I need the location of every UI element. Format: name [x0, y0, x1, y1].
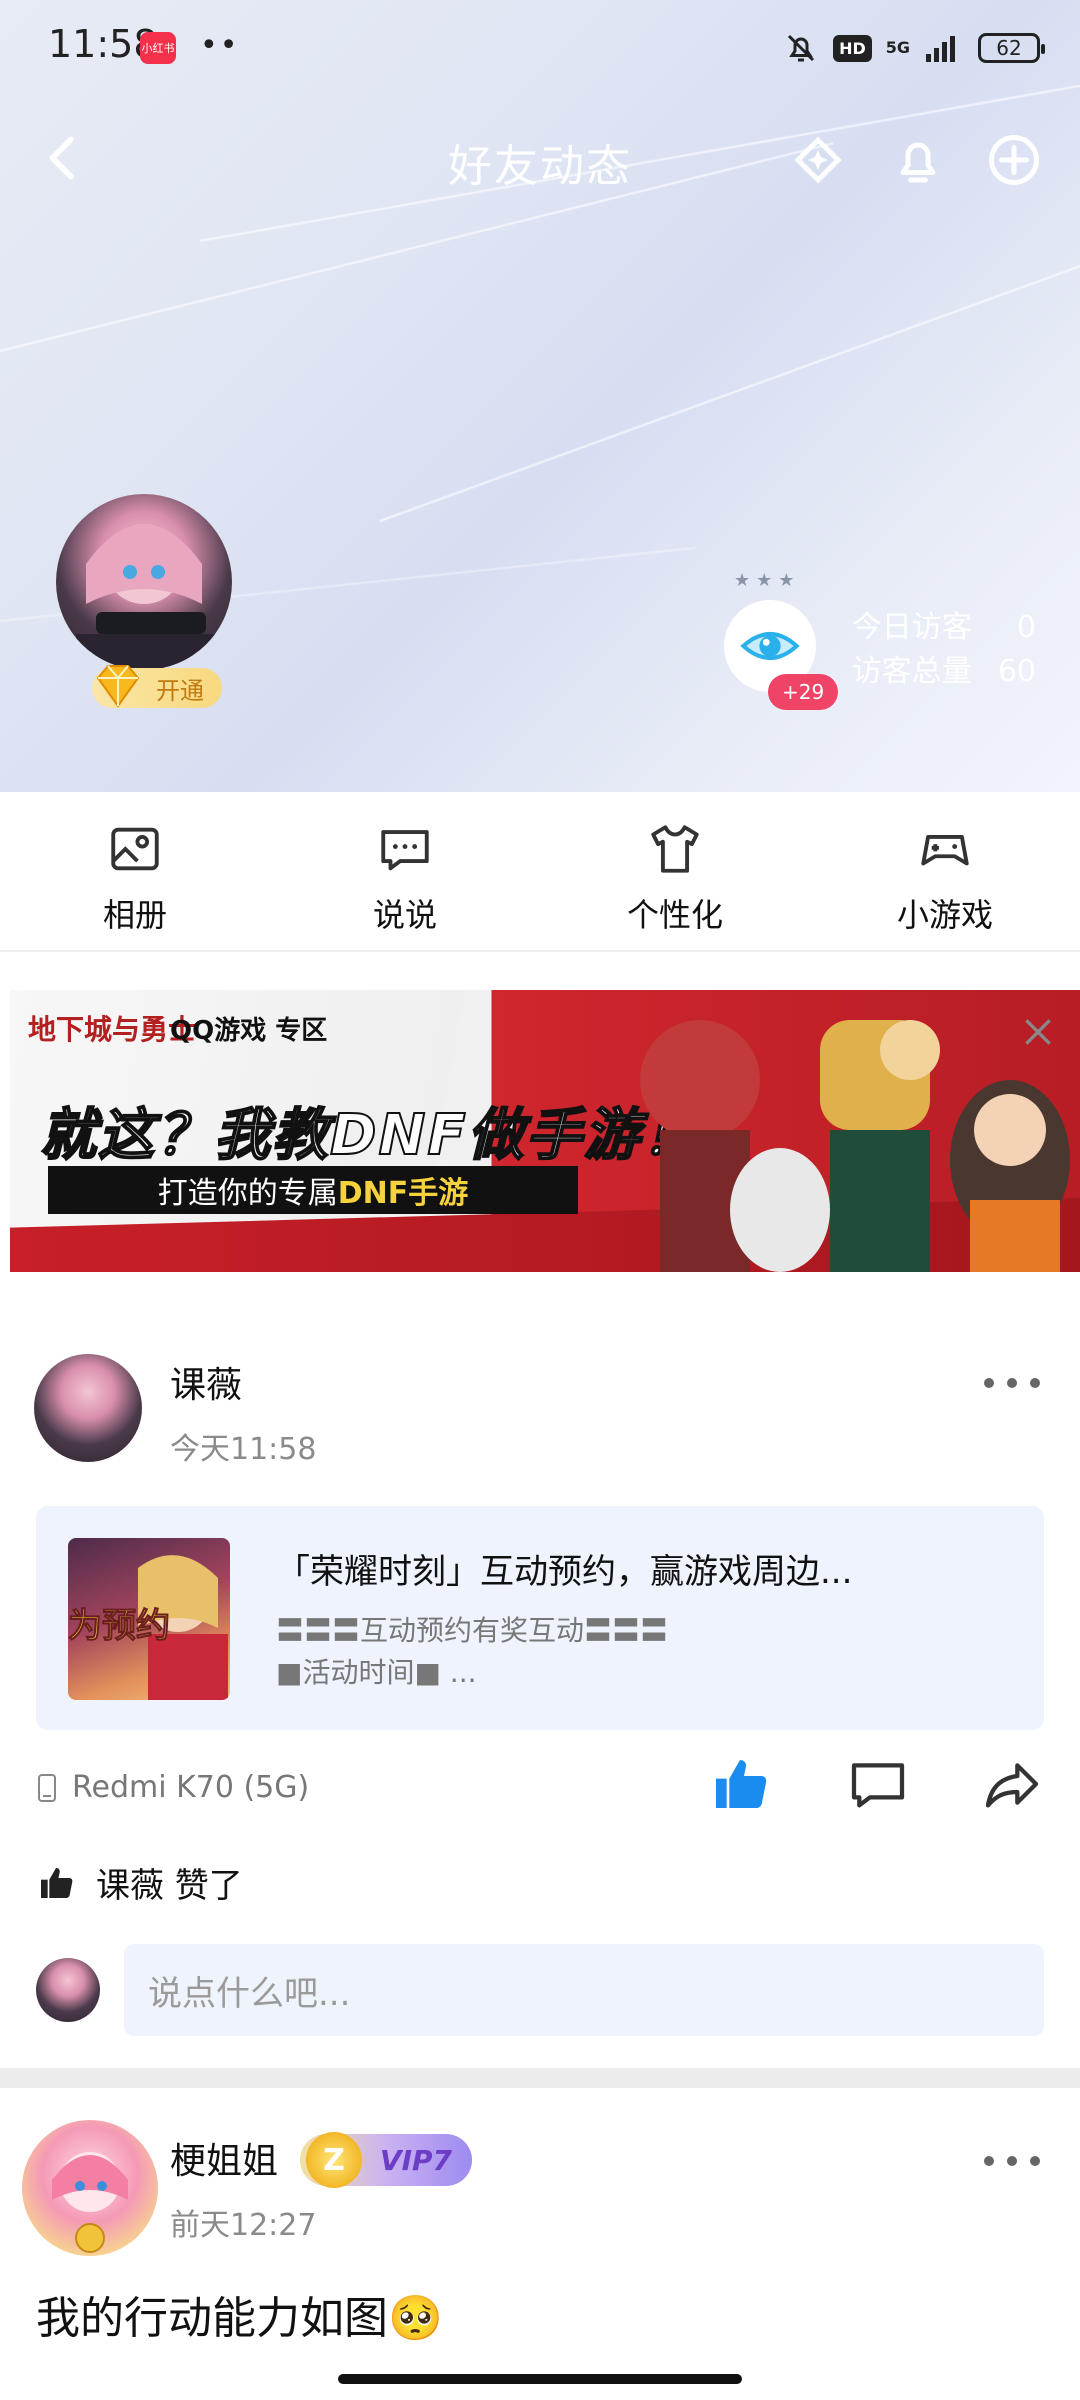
gamepad-icon — [921, 834, 969, 866]
mute-bell-icon — [788, 34, 815, 62]
banner-subtitle: 打造你的专属 DNF手游 — [48, 1166, 578, 1214]
shared-link-card[interactable]: 为预约 「荣耀时刻」互动预约，赢游戏周边... 〓〓〓互动预约有奖互动〓〓〓 ■… — [36, 1506, 1044, 1730]
quick-tabs: 相册 说说 个性化 小游戏 — [0, 792, 1080, 952]
tab-label: 小游戏 — [896, 896, 993, 934]
bell-icon[interactable] — [888, 130, 948, 190]
thumbnail-text: 为预约 — [68, 1606, 171, 1647]
tab-label: 说说 — [372, 896, 437, 934]
shared-link-title: 「荣耀时刻」互动预约，赢游戏周边... — [276, 1552, 853, 1592]
hd-badge: HD — [833, 34, 872, 62]
share-arrow-icon[interactable] — [980, 1752, 1044, 1816]
dot — [984, 1378, 994, 1388]
banner-qq-game: QQ游戏 专区 — [170, 1016, 328, 1046]
close-icon[interactable] — [1018, 1012, 1058, 1052]
thumbs-up-icon — [41, 1867, 73, 1898]
tab-label: 个性化 — [626, 896, 723, 934]
eye-icon — [740, 632, 800, 660]
vip-level-label: VIP7 — [379, 2143, 452, 2177]
post-time: 前天12:27 — [170, 2208, 317, 2243]
vip-level-badge[interactable]: Z VIP7 — [300, 2132, 472, 2188]
diamond-icon — [96, 665, 140, 708]
profile-avatar[interactable] — [56, 494, 232, 670]
device-source: Redmi K70 (5G) — [36, 1770, 309, 1805]
comment-input[interactable]: 说点什么吧... — [124, 1944, 1044, 2036]
post-text: 我的行动能力如图🥺 — [36, 2293, 443, 2344]
status-more-dots: •• — [200, 28, 240, 63]
speech-bubble-icon — [381, 830, 429, 871]
shared-link-thumbnail: 为预约 — [68, 1538, 230, 1700]
dot — [1030, 2156, 1040, 2166]
post-divider — [0, 2068, 1080, 2088]
network-type: 5G — [885, 38, 910, 57]
tab-label: 相册 — [102, 896, 167, 934]
likes-summary[interactable]: 课薇 赞了 — [36, 1858, 243, 1907]
dot — [1030, 1378, 1040, 1388]
post-time: 今天11:58 — [170, 1432, 317, 1467]
visitor-stats[interactable]: 今日访客 0 访客总量 60 — [852, 606, 1036, 694]
sparkle-magic-icon[interactable] — [788, 130, 848, 190]
battery-level: 62 — [996, 36, 1022, 60]
add-circle-icon[interactable] — [984, 130, 1044, 190]
today-visitors-value: 0 — [1016, 610, 1036, 645]
battery-indicator: 62 — [978, 33, 1045, 63]
avatar-illustration — [52, 2152, 128, 2253]
banner-characters-illustration — [640, 1020, 1070, 1272]
description-line: 〓〓〓互动预约有奖互动〓〓〓 — [276, 1614, 669, 1647]
visitor-stars-decoration: ★★★ — [734, 570, 801, 591]
status-indicators: HD 5G 62 — [783, 28, 1045, 68]
post-author-name[interactable]: 梗姐姐 — [170, 2132, 278, 2184]
nav-bar: 好友动态 — [0, 108, 1080, 208]
signal-icon — [926, 36, 955, 62]
my-avatar — [36, 1958, 100, 2022]
post-more-button[interactable] — [984, 1378, 1040, 1398]
post-author-avatar[interactable] — [22, 2120, 158, 2256]
tab-personalize[interactable]: 个性化 — [540, 792, 810, 950]
tab-shuoshuo[interactable]: 说说 — [270, 792, 540, 950]
post-author-avatar[interactable] — [34, 1354, 142, 1462]
dot — [1007, 2156, 1017, 2166]
today-visitors-label: 今日访客 — [851, 610, 972, 645]
banner-sub-accent: DNF手游 — [337, 1176, 469, 1211]
status-bar: 11:58 小红书 •• HD 5G 62 — [0, 0, 1080, 96]
vip-z-icon: Z — [306, 2132, 362, 2188]
home-indicator[interactable] — [338, 2374, 742, 2384]
description-line: ■活动时间■ ... — [276, 1656, 477, 1689]
dot — [984, 2156, 994, 2166]
like-thumb-icon[interactable] — [708, 1752, 772, 1816]
device-name: Redmi K70 (5G) — [72, 1770, 310, 1805]
total-visitors-label: 访客总量 — [851, 654, 972, 689]
banner-sub-prefix: 打造你的专属 — [157, 1176, 338, 1211]
tshirt-icon — [651, 825, 699, 873]
post-more-button[interactable] — [984, 2156, 1040, 2176]
app-notification-badge: 小红书 — [140, 32, 176, 64]
phone-icon — [38, 1773, 56, 1802]
visitor-count-badge: +29 — [768, 674, 839, 710]
banner-headline: 就这？我教DNF做手游！ — [39, 1102, 700, 1169]
shared-link-description: 〓〓〓互动预约有奖互动〓〓〓 ■活动时间■ ... — [276, 1610, 668, 1694]
comment-composer: 说点什么吧... — [36, 1944, 1044, 2036]
avatar-illustration — [76, 524, 216, 670]
likes-text: 课薇 赞了 — [96, 1866, 243, 1906]
ad-banner[interactable]: 地下城与勇士 QQ游戏 专区 就这？我教DNF做手游！ 打造你的专属 DNF手游 — [10, 990, 1080, 1272]
tab-mini-games[interactable]: 小游戏 — [810, 792, 1080, 950]
vip-open-label: 开通 — [156, 676, 204, 705]
dot — [1007, 1378, 1017, 1388]
tab-photo-album[interactable]: 相册 — [0, 792, 270, 950]
comment-icon[interactable] — [846, 1752, 910, 1816]
total-visitors-value: 60 — [997, 654, 1036, 689]
post-author-name[interactable]: 课薇 — [170, 1356, 242, 1408]
photo-album-icon — [111, 827, 159, 871]
